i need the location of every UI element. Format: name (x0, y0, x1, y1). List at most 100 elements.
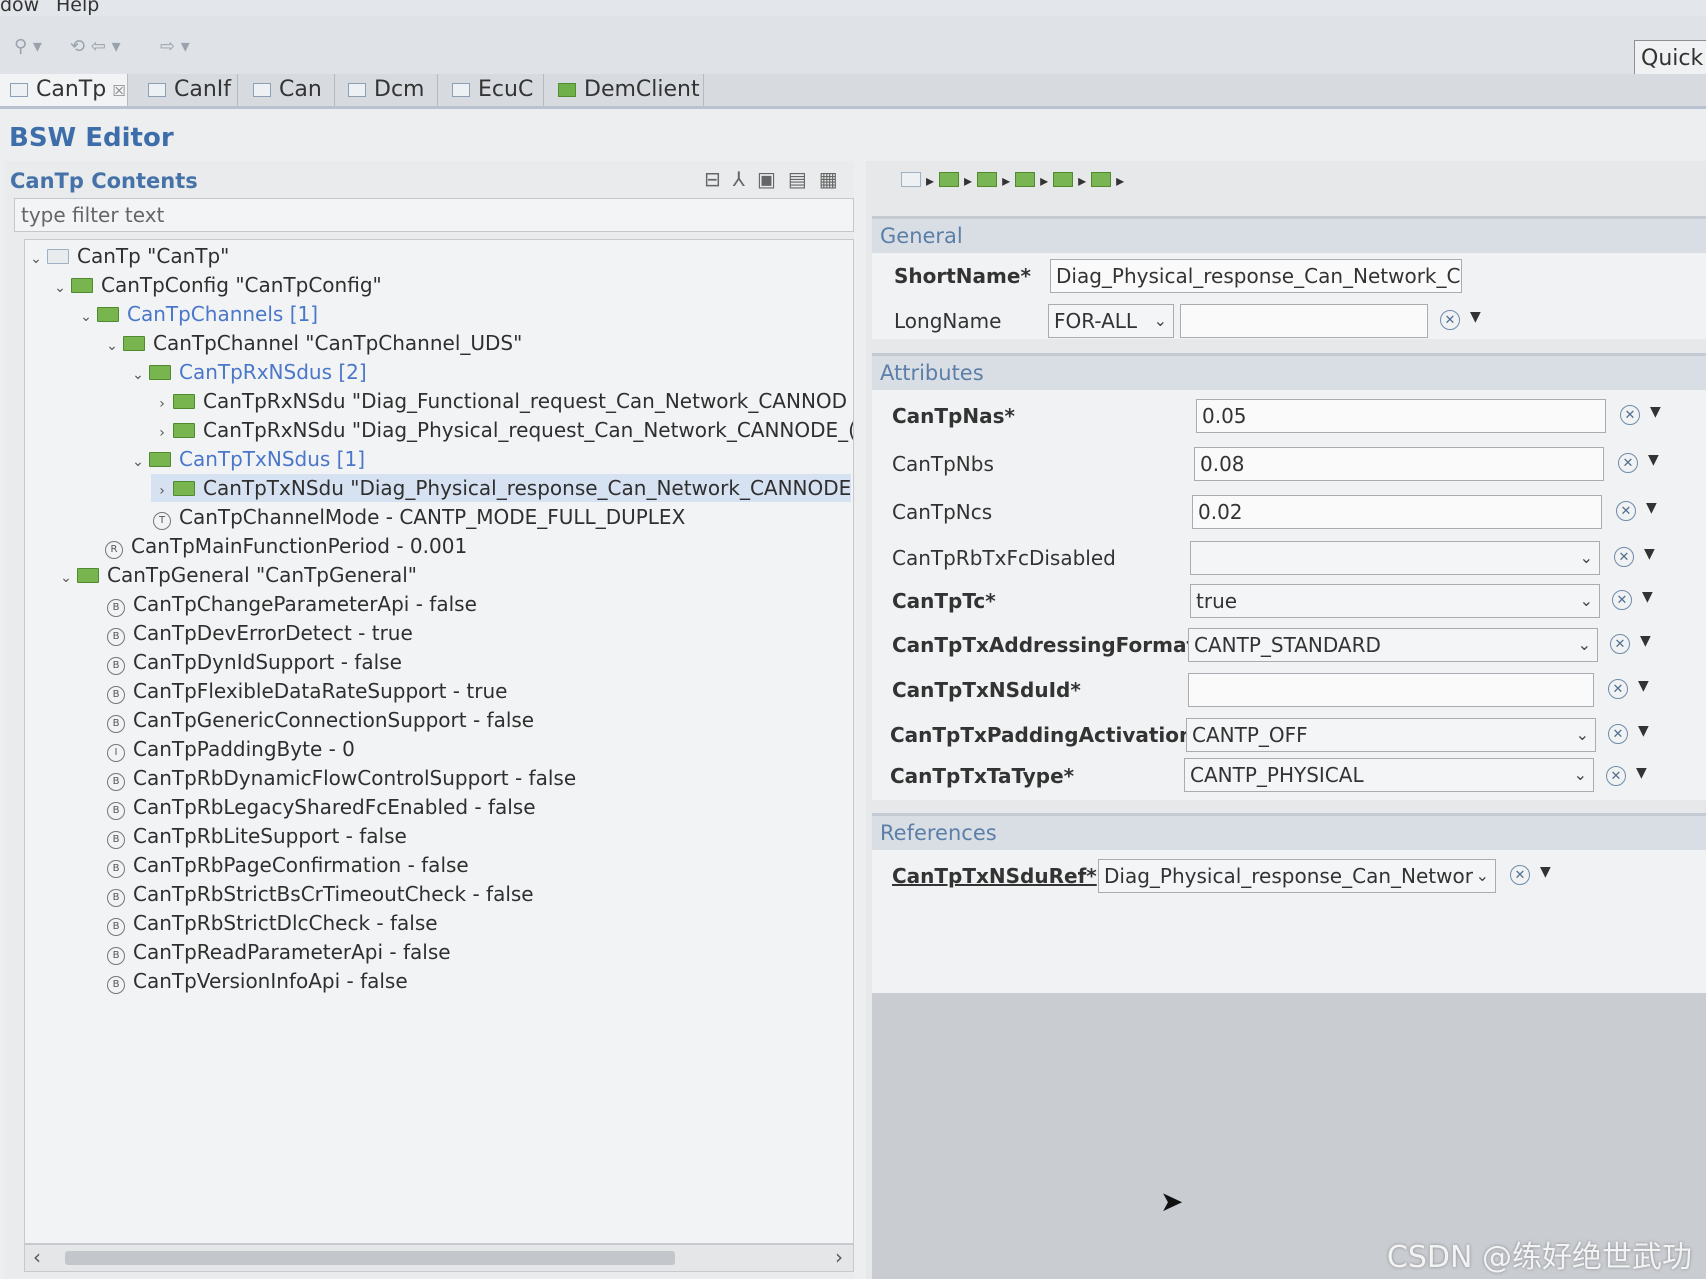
tree-node-param[interactable]: B CanTpFlexibleDataRateSupport - true (107, 677, 507, 705)
reset-icon[interactable]: ✕ (1608, 724, 1628, 744)
tree-node-cantprxnsdus[interactable]: ⌄ CanTpRxNSdus [2] (127, 358, 367, 386)
general-header[interactable]: General (872, 219, 1706, 253)
tree-node-param[interactable]: B CanTpDevErrorDetect - true (107, 619, 413, 647)
attr-select-cantptxaddressingformat[interactable]: CANTP_STANDARD ⌄ (1188, 628, 1598, 662)
attr-field-cantpnas[interactable]: 0.05 (1196, 399, 1606, 433)
tree-node-param[interactable]: B CanTpDynIdSupport - false (107, 648, 402, 676)
expanded-chevron-icon[interactable]: ⌄ (127, 448, 149, 476)
attr-field-cantpncs[interactable]: 0.02 (1192, 495, 1602, 529)
dropdown-arrow-icon[interactable]: ▼ (1540, 864, 1551, 880)
expanded-chevron-icon[interactable]: ⌄ (49, 274, 71, 302)
tree-node-param[interactable]: B CanTpRbPageConfirmation - false (107, 851, 469, 879)
folder-icon[interactable] (977, 172, 998, 187)
tree-node-param[interactable]: B CanTpRbStrictDlcCheck - false (107, 909, 438, 937)
tree-node-cantpconfig[interactable]: ⌄ CanTpConfig "CanTpConfig" (49, 271, 382, 299)
table-icon[interactable]: ▦ (819, 167, 850, 191)
dropdown-arrow-icon[interactable]: ▼ (1470, 309, 1481, 325)
tree-node-cantpgeneral[interactable]: ⌄ CanTpGeneral "CanTpGeneral" (55, 561, 417, 589)
collapsed-chevron-icon[interactable]: › (151, 390, 173, 418)
expanded-chevron-icon[interactable]: ⌄ (75, 303, 97, 331)
reset-icon[interactable]: ✕ (1612, 590, 1632, 610)
tree-node-param[interactable]: B CanTpGenericConnectionSupport - false (107, 706, 534, 734)
tree-node-cantptxnsdus[interactable]: ⌄ CanTpTxNSdus [1] (127, 445, 365, 473)
tree-node-mainfunctionperiod[interactable]: R CanTpMainFunctionPeriod - 0.001 (105, 532, 467, 560)
reset-icon[interactable]: ✕ (1618, 453, 1638, 473)
dropdown-arrow-icon[interactable]: ▼ (1642, 589, 1653, 605)
tree-node-param[interactable]: B CanTpRbStrictBsCrTimeoutCheck - false (107, 880, 534, 908)
tree-node-rxnsdu-functional[interactable]: › CanTpRxNSdu "Diag_Functional_request_Ca… (151, 387, 847, 415)
tree-node-param[interactable]: B CanTpChangeParameterApi - false (107, 590, 477, 618)
scroll-right-icon[interactable]: › (835, 1245, 843, 1269)
filter-input[interactable]: type filter text (14, 198, 854, 232)
tab-cantp[interactable]: CanTp ☒ (0, 74, 128, 106)
reference-label-link[interactable]: CanTpTxNSduRef* (892, 856, 1097, 896)
tree-node-param[interactable]: B CanTpRbLiteSupport - false (107, 822, 407, 850)
longname-language-select[interactable]: FOR-ALL ⌄ (1048, 304, 1174, 338)
reset-icon[interactable]: ✕ (1620, 405, 1640, 425)
collapsed-chevron-icon[interactable]: › (151, 477, 173, 505)
collapse-all-icon[interactable]: ⊟ (704, 167, 733, 191)
tree-node-rxnsdu-physical[interactable]: › CanTpRxNSdu "Diag_Physical_request_Can_… (151, 416, 853, 447)
reference-select[interactable]: Diag_Physical_response_Can_Networ ⌄ (1098, 859, 1496, 893)
tab-dcm[interactable]: Dcm (338, 74, 438, 106)
tab-canif[interactable]: CanIf (138, 74, 238, 106)
back-history-icon[interactable]: ⟲ ⇦ ▾ (70, 36, 121, 57)
tree-node-cantpchannels[interactable]: ⌄ CanTpChannels [1] (75, 300, 318, 328)
reset-icon[interactable]: ✕ (1606, 766, 1626, 786)
document-icon[interactable]: ▤ (788, 167, 819, 191)
folder-icon[interactable] (1091, 172, 1112, 187)
close-tab-icon[interactable]: ☒ (112, 82, 125, 100)
tree-node-param[interactable]: B CanTpRbDynamicFlowControlSupport - fals… (107, 764, 576, 792)
attributes-header[interactable]: Attributes (872, 356, 1706, 390)
reset-icon[interactable]: ✕ (1608, 679, 1628, 699)
folder-icon[interactable] (1015, 172, 1036, 187)
attr-field-cantpnbs[interactable]: 0.08 (1194, 447, 1604, 481)
tab-can[interactable]: Can (243, 74, 335, 106)
expanded-chevron-icon[interactable]: ⌄ (55, 564, 77, 592)
horizontal-scrollbar[interactable]: ‹ › (24, 1244, 854, 1272)
validate-icon[interactable]: ▣ (757, 167, 788, 191)
attr-select-cantptxpaddingactivation[interactable]: CANTP_OFF ⌄ (1186, 718, 1596, 752)
reset-icon[interactable]: ✕ (1614, 547, 1634, 567)
dropdown-arrow-icon[interactable]: ▼ (1646, 500, 1657, 516)
dropdown-arrow-icon[interactable]: ▼ (1644, 546, 1655, 562)
attr-select-cantprbtxfcdisabled[interactable]: ⌄ (1190, 541, 1600, 575)
folder-icon[interactable] (939, 172, 960, 187)
references-header[interactable]: References (872, 816, 1706, 850)
scroll-left-icon[interactable]: ‹ (33, 1245, 41, 1269)
link-icon[interactable]: ⅄ (733, 167, 757, 191)
tree-node-param[interactable]: B CanTpVersionInfoApi - false (107, 967, 408, 995)
dropdown-arrow-icon[interactable]: ▼ (1640, 633, 1651, 649)
reset-icon[interactable]: ✕ (1610, 634, 1630, 654)
expanded-chevron-icon[interactable]: ⌄ (127, 361, 149, 389)
tree-node-param[interactable]: B CanTpReadParameterApi - false (107, 938, 451, 966)
attr-select-cantptc[interactable]: true ⌄ (1190, 584, 1600, 618)
longname-field[interactable] (1180, 304, 1428, 338)
expanded-chevron-icon[interactable]: ⌄ (25, 245, 47, 273)
expanded-chevron-icon[interactable]: ⌄ (101, 332, 123, 360)
dropdown-arrow-icon[interactable]: ▼ (1650, 404, 1661, 420)
tree-node-param[interactable]: I CanTpPaddingByte - 0 (107, 735, 355, 763)
reset-icon[interactable]: ✕ (1510, 865, 1530, 885)
attr-field-cantptxnsduid[interactable] (1188, 673, 1594, 707)
tree-node-channelmode[interactable]: T CanTpChannelMode - CANTP_MODE_FULL_DUPL… (153, 503, 685, 531)
pin-icon[interactable]: ⚲ ▾ (14, 36, 42, 57)
quick-access-field[interactable]: Quick (1634, 40, 1706, 78)
scrollbar-thumb[interactable] (65, 1251, 675, 1265)
dropdown-arrow-icon[interactable]: ▼ (1636, 765, 1647, 781)
tree-node-param[interactable]: B CanTpRbLegacySharedFcEnabled - false (107, 793, 536, 821)
tree-node-cantpchannel[interactable]: ⌄ CanTpChannel "CanTpChannel_UDS" (101, 329, 522, 357)
menu-window[interactable]: dow (0, 0, 39, 16)
shortname-field[interactable]: Diag_Physical_response_Can_Network_C (1050, 259, 1462, 293)
tab-ecuc[interactable]: EcuC (442, 74, 544, 106)
dropdown-arrow-icon[interactable]: ▼ (1638, 678, 1649, 694)
tree-node-txnsdu-physical[interactable]: › CanTpTxNSdu "Diag_Physical_response_Can… (151, 474, 851, 502)
tab-demclient[interactable]: DemClient (548, 74, 704, 106)
attr-select-cantptxtatype[interactable]: CANTP_PHYSICAL ⌄ (1184, 758, 1594, 792)
collapsed-chevron-icon[interactable]: › (151, 419, 173, 447)
module-icon[interactable] (901, 172, 921, 187)
reset-icon[interactable]: ✕ (1616, 501, 1636, 521)
dropdown-arrow-icon[interactable]: ▼ (1638, 723, 1649, 739)
tree-node-cantp[interactable]: ⌄ CanTp "CanTp" (25, 242, 229, 270)
reset-icon[interactable]: ✕ (1440, 310, 1460, 330)
